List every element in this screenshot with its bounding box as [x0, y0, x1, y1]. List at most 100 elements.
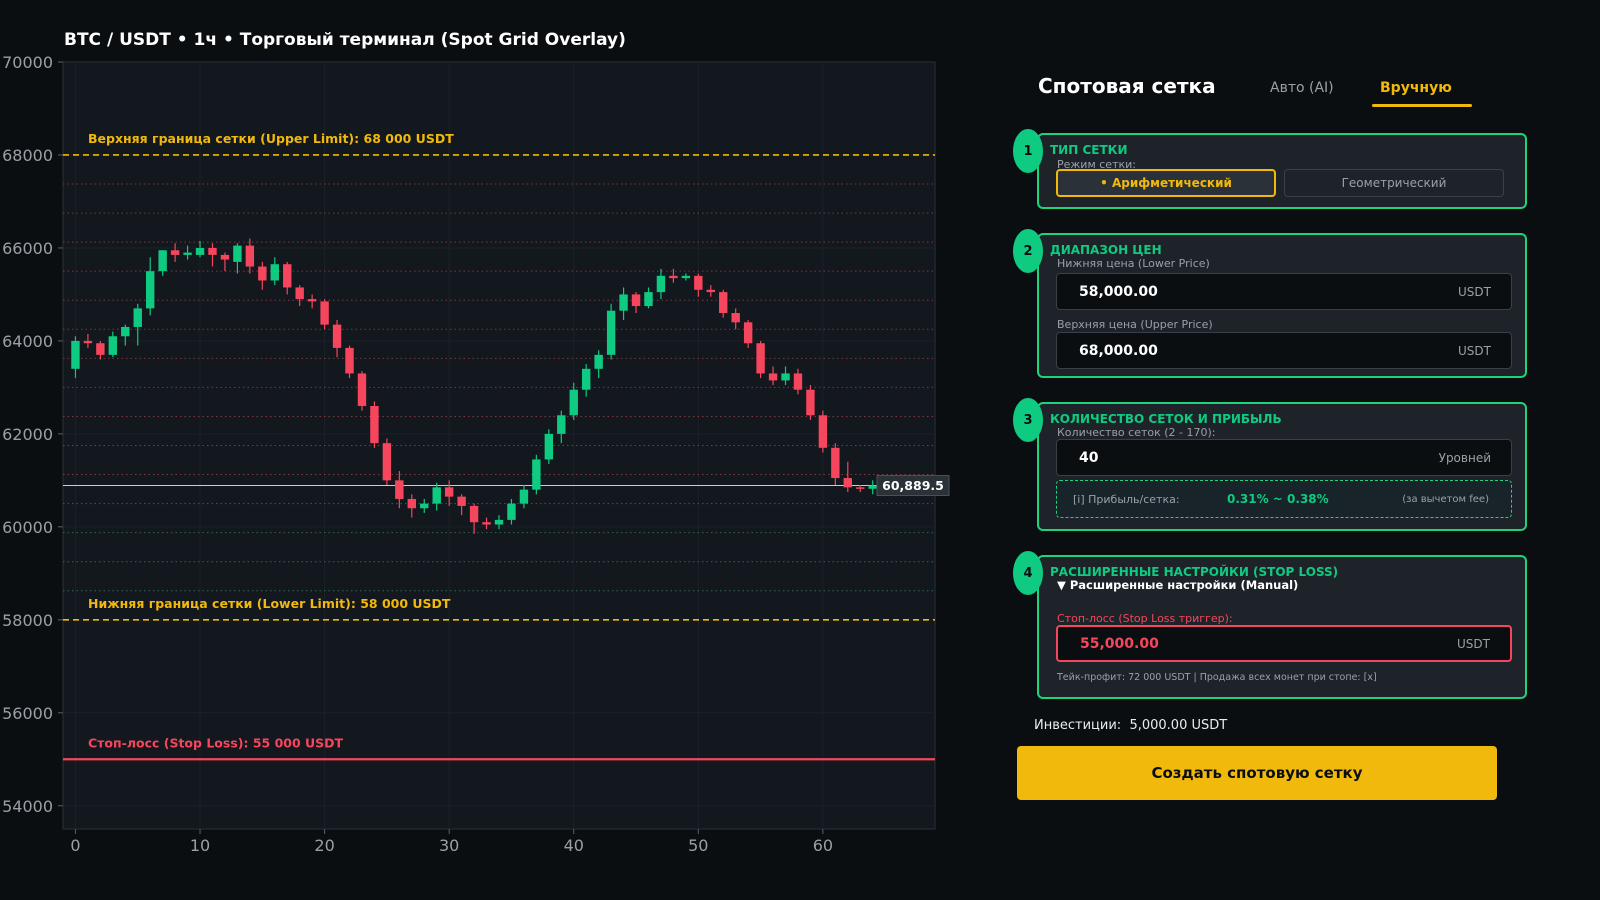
- candle-body[interactable]: [768, 373, 778, 381]
- candle-body[interactable]: [644, 292, 653, 307]
- candle-body[interactable]: [96, 343, 105, 355]
- candle-body[interactable]: [83, 340, 93, 344]
- candle-body[interactable]: [71, 340, 80, 369]
- investment-value: 5,000.00 USDT: [1129, 718, 1228, 733]
- candle-body[interactable]: [806, 389, 815, 416]
- candle-body[interactable]: [245, 245, 255, 267]
- candle-body[interactable]: [656, 275, 666, 293]
- candle-body[interactable]: [719, 292, 728, 314]
- candle-body[interactable]: [756, 343, 765, 374]
- y-tick-label: 58000: [2, 611, 53, 630]
- candle-body[interactable]: [295, 287, 304, 300]
- candle-body[interactable]: [519, 489, 529, 504]
- candle-body[interactable]: [183, 252, 192, 255]
- candle-body[interactable]: [307, 299, 317, 302]
- candle-body[interactable]: [694, 275, 703, 290]
- panel-title: Спотовая сетка: [1038, 74, 1216, 98]
- candle-body[interactable]: [681, 275, 691, 279]
- candle-body[interactable]: [208, 247, 217, 255]
- grid-count-input[interactable]: 40 Уровней: [1056, 439, 1512, 476]
- stop-loss-input[interactable]: 55,000.00 USDT: [1056, 625, 1512, 662]
- grid-count-unit: Уровней: [1438, 451, 1491, 465]
- candle-body[interactable]: [569, 389, 578, 416]
- candle-body[interactable]: [170, 250, 180, 255]
- tab-manual[interactable]: Вручную: [1380, 80, 1452, 96]
- y-tick-label: 70000: [2, 53, 53, 72]
- candle-body[interactable]: [507, 503, 516, 520]
- candle-body[interactable]: [444, 487, 454, 497]
- stop-loss-value: 55,000.00: [1080, 636, 1159, 652]
- candle-body[interactable]: [856, 487, 865, 489]
- take-profit-note: Тейк-профит: 72 000 USDT | Продажа всех …: [1057, 672, 1377, 683]
- candle-body[interactable]: [482, 522, 491, 525]
- x-tick-label: 0: [70, 836, 80, 855]
- geometric-option[interactable]: Геометрический: [1284, 169, 1504, 197]
- candle-body[interactable]: [370, 405, 379, 444]
- candle-body[interactable]: [158, 250, 167, 272]
- candle-body[interactable]: [332, 324, 342, 348]
- candle-body[interactable]: [781, 373, 790, 381]
- stop-loss-label: Стоп-лосс (Stop Loss триггер):: [1057, 612, 1233, 625]
- price-range-card: 2 ДИАПАЗОН ЦЕН Нижняя цена (Lower Price)…: [1013, 229, 1527, 378]
- candle-body[interactable]: [195, 247, 205, 255]
- candle-body[interactable]: [283, 264, 292, 288]
- x-tick-label: 50: [688, 836, 708, 855]
- candle-body[interactable]: [395, 480, 404, 499]
- candle-body[interactable]: [420, 503, 429, 509]
- current-price-label: 60,889.5: [882, 478, 944, 493]
- candle-body[interactable]: [706, 289, 715, 293]
- candle-body[interactable]: [606, 310, 616, 355]
- candle-body[interactable]: [320, 301, 329, 325]
- candle-body[interactable]: [669, 275, 678, 279]
- candle-body[interactable]: [731, 313, 740, 323]
- candle-body[interactable]: [121, 326, 130, 337]
- profit-per-grid-box: [i] Прибыль/сетка: 0.31% ~ 0.38% (за выч…: [1056, 480, 1512, 518]
- step-badge-2: 2: [1013, 229, 1043, 273]
- candle-body[interactable]: [619, 294, 628, 311]
- candle-body[interactable]: [818, 415, 828, 448]
- candle-body[interactable]: [108, 336, 118, 355]
- grid-type-card: 1 ТИП СЕТКИ Режим сетки: • Арифметически…: [1013, 129, 1527, 209]
- tab-auto[interactable]: Авто (AI): [1270, 80, 1334, 96]
- create-grid-button[interactable]: Создать спотовую сетку: [1017, 746, 1497, 800]
- candle-body[interactable]: [743, 322, 753, 344]
- candle-body[interactable]: [146, 271, 155, 309]
- candle-body[interactable]: [457, 496, 466, 506]
- candle-body[interactable]: [582, 368, 591, 390]
- investment-summary: Инвестиции: 5,000.00 USDT: [1034, 718, 1227, 733]
- candle-body[interactable]: [357, 373, 367, 406]
- candle-body[interactable]: [345, 347, 354, 374]
- upper-limit-label: Верхняя граница сетки (Upper Limit): 68 …: [88, 131, 454, 146]
- x-tick-label: 10: [190, 836, 210, 855]
- candle-body[interactable]: [469, 505, 479, 523]
- candle-body[interactable]: [557, 415, 566, 434]
- grid-count-card: 3 КОЛИЧЕСТВО СЕТОК И ПРИБЫЛЬ Количество …: [1013, 398, 1527, 531]
- candle-body[interactable]: [831, 447, 840, 479]
- candle-body[interactable]: [544, 433, 554, 460]
- candle-body[interactable]: [532, 459, 541, 490]
- lower-price-input[interactable]: 58,000.00 USDT: [1056, 273, 1512, 310]
- advanced-settings-toggle[interactable]: ▼ Расширенные настройки (Manual): [1057, 578, 1298, 592]
- grid-count-title: КОЛИЧЕСТВО СЕТОК И ПРИБЫЛЬ: [1050, 412, 1282, 426]
- candle-body[interactable]: [382, 443, 392, 481]
- candle-body[interactable]: [220, 254, 230, 260]
- price-chart[interactable]: 54000 56000 58000 60000 62000 64000 66000 68000…: [0, 0, 960, 900]
- arithmetic-option[interactable]: • Арифметический: [1056, 169, 1276, 197]
- upper-price-input[interactable]: 68,000.00 USDT: [1056, 332, 1512, 369]
- candle-body[interactable]: [843, 478, 852, 488]
- candle-body[interactable]: [631, 294, 641, 307]
- candle-body[interactable]: [270, 264, 279, 281]
- candle-body[interactable]: [407, 498, 416, 509]
- candle-body[interactable]: [432, 487, 441, 504]
- candle-body[interactable]: [233, 245, 242, 262]
- grid-type-title: ТИП СЕТКИ: [1050, 143, 1128, 157]
- candle-body[interactable]: [494, 519, 504, 525]
- candle-body[interactable]: [133, 308, 142, 327]
- candle-body[interactable]: [594, 354, 603, 369]
- candle-body[interactable]: [258, 266, 267, 281]
- candle-body[interactable]: [793, 373, 803, 390]
- stop-loss-label: Стоп-лосс (Stop Loss): 55 000 USDT: [88, 735, 344, 750]
- profit-note: (за вычетом fee): [1402, 494, 1489, 505]
- candle-body[interactable]: [868, 485, 877, 489]
- step-badge-4: 4: [1013, 551, 1043, 595]
